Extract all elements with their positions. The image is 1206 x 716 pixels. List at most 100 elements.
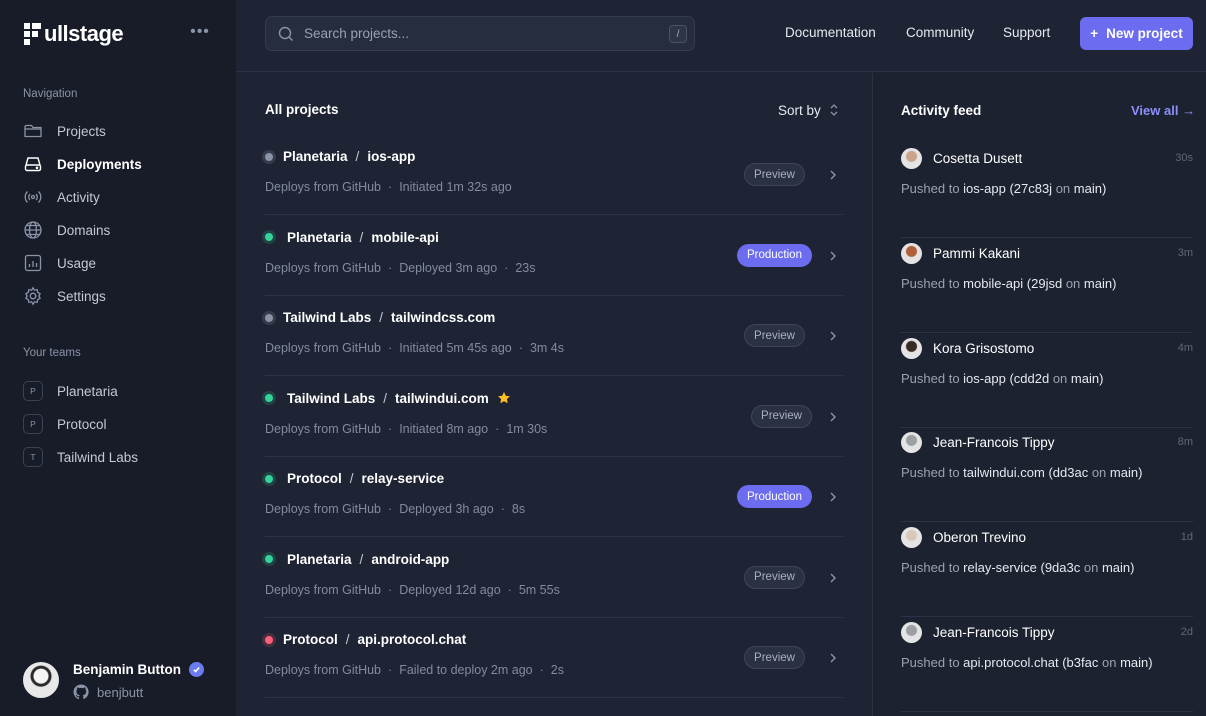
brand-name: ullstage [44,21,124,46]
logo[interactable]: ullstage [24,20,124,48]
navigation-section-label: Navigation [23,88,78,100]
project-meta-item: Deploys from GitHub [265,260,382,275]
sidebar-item-domains[interactable]: Domains [23,217,213,243]
project-name: mobile-api [371,229,439,245]
sidebar-item-label: Domains [57,222,111,238]
activity-user-name: Kora Grisostomo [933,340,1035,356]
chevron-right-icon[interactable] [827,652,839,664]
sidebar-item-settings[interactable]: Settings [23,283,213,309]
project-row[interactable]: Protocol / relay-service Deploys from GitHu… [265,457,843,537]
community-link[interactable]: Community [906,25,974,40]
path-separator: / [355,149,360,164]
activity-user-name: Pammi Kakani [933,245,1021,261]
avatar [901,527,922,549]
project-row[interactable]: Planetaria / android-app Deploys from GitHu… [265,538,843,618]
project-title[interactable]: Planetaria / mobile-api [265,230,439,245]
activity-project: tailwindui.com [963,465,1045,481]
path-separator: / [349,471,354,486]
project-row[interactable]: Tailwind Labs / tailwindui.com Deploys from… [265,377,843,457]
project-title[interactable]: Planetaria / ios-app [265,149,415,164]
activity-prefix: Pushed to [901,560,960,576]
team-item-planetaria[interactable]: P Planetaria [23,379,213,403]
sidebar-item-activity[interactable]: Activity [23,184,213,210]
activity-item[interactable]: Jean-Francois Tippy 2d Pushed to api.proto… [901,617,1193,712]
sidebar-item-deployments[interactable]: Deployments [23,151,213,177]
activity-item[interactable]: Kora Grisostomo 4m Pushed to ios-app (cdd2… [901,333,1193,428]
project-meta-item: Deploys from GitHub [265,663,382,677]
project-meta-item: Failed to deploy 2m ago [399,663,533,677]
activity-text: Pushed to api.protocol.chat (b3fac on ma… [901,655,1153,670]
user-avatar [23,662,59,698]
avatar [901,337,922,359]
view-all-link[interactable]: View all → [1131,103,1195,118]
documentation-link[interactable]: Documentation [785,25,876,40]
project-meta-item: 3m 4s [529,341,564,355]
project-title[interactable]: Tailwind Labs / tailwindcss.com [265,310,495,325]
activity-item[interactable]: Pammi Kakani 3m Pushed to mobile-api (29js… [901,238,1193,333]
activity-on: on [1083,560,1099,576]
team-item-tailwind-labs[interactable]: T Tailwind Labs [23,445,213,469]
folder-icon [24,124,42,138]
support-link[interactable]: Support [1003,25,1050,40]
signal-icon [24,191,42,203]
project-row[interactable]: Tailwind Labs / tailwindcss.com Deploys fro… [265,296,843,376]
activity-text: Pushed to mobile-api (29jsd on main) [901,276,1116,291]
project-meta-item: Deploys from GitHub [265,180,382,194]
status-dot-icon [265,152,273,161]
more-options-icon[interactable]: ••• [190,24,210,40]
project-meta-item: 8s [511,502,526,516]
meta-separator: · [388,582,393,597]
new-project-button[interactable]: + New project [1080,17,1193,50]
project-name: tailwindcss.com [391,310,496,325]
project-meta: Deploys from GitHub · Deployed 12d ago · 5m … [265,583,560,597]
team-item-protocol[interactable]: P Protocol [23,412,213,436]
sort-by-button[interactable]: Sort by [778,102,839,118]
activity-item[interactable]: Jean-Francois Tippy 8m Pushed to tailwindu… [901,427,1193,523]
project-meta: Deploys from GitHub · Deployed 3h ago · 8s [265,502,525,516]
environment-badge: Preview [744,646,805,669]
avatar [901,148,922,169]
chevron-right-icon[interactable] [827,250,839,262]
project-name: android-app [371,551,450,567]
sidebar-item-label: Settings [57,288,106,304]
new-project-label: New project [1106,26,1183,41]
sidebar-item-label: Activity [57,189,100,205]
project-title[interactable]: Protocol / api.protocol.chat [265,632,466,647]
sidebar-item-projects[interactable]: Projects [23,118,213,144]
activity-time: 4m [1177,341,1193,354]
user-profile[interactable]: Benjamin Button benjbutt [23,660,213,704]
chevron-right-icon[interactable] [827,491,839,503]
project-meta-item: Deployed 3h ago [399,502,494,516]
project-meta-item: Deploys from GitHub [265,421,382,436]
project-team: Planetaria [283,149,348,164]
search-box[interactable]: / [265,16,695,51]
project-title[interactable]: Planetaria / android-app [265,552,449,567]
project-meta: Deploys from GitHub · Initiated 1m 32s ago [265,180,512,194]
server-icon [24,157,42,172]
activity-item[interactable]: Cosetta Dusett 30s Pushed to ios-app (27c8… [901,143,1193,238]
search-input[interactable] [304,26,644,41]
status-dot-icon [265,635,273,644]
project-title[interactable]: Protocol / relay-service [265,471,444,486]
status-dot-icon [265,555,273,563]
chevron-right-icon[interactable] [827,572,839,584]
activity-text: Pushed to ios-app (cdd2d on main) [901,371,1103,386]
project-meta-item: Deploys from GitHub [265,341,382,355]
activity-on: on [1052,370,1068,386]
sort-label: Sort by [778,102,821,118]
sidebar-item-usage[interactable]: Usage [23,250,213,276]
project-row[interactable]: Planetaria / ios-app Deploys from GitHub · In… [265,135,843,215]
chevron-right-icon[interactable] [827,411,839,423]
activity-item[interactable]: Oberon Trevino 1d Pushed to relay-service … [901,522,1193,618]
project-row[interactable]: Planetaria / mobile-api Deploys from GitHub… [265,216,843,296]
project-title[interactable]: Tailwind Labs / tailwindui.com [265,391,511,406]
activity-user-name: Cosetta Dusett [933,151,1023,166]
avatar [901,622,922,643]
chevron-right-icon[interactable] [827,169,839,181]
environment-badge: Preview [744,324,805,347]
project-row[interactable]: Protocol / api.protocol.chat Deploys from G… [265,618,843,698]
chevron-right-icon[interactable] [827,330,839,342]
project-meta: Deploys from GitHub · Initiated 8m ago · 1m … [265,422,547,436]
activity-text: Pushed to relay-service (9da3c on main) [901,560,1134,575]
logo-mark-icon [24,23,41,45]
